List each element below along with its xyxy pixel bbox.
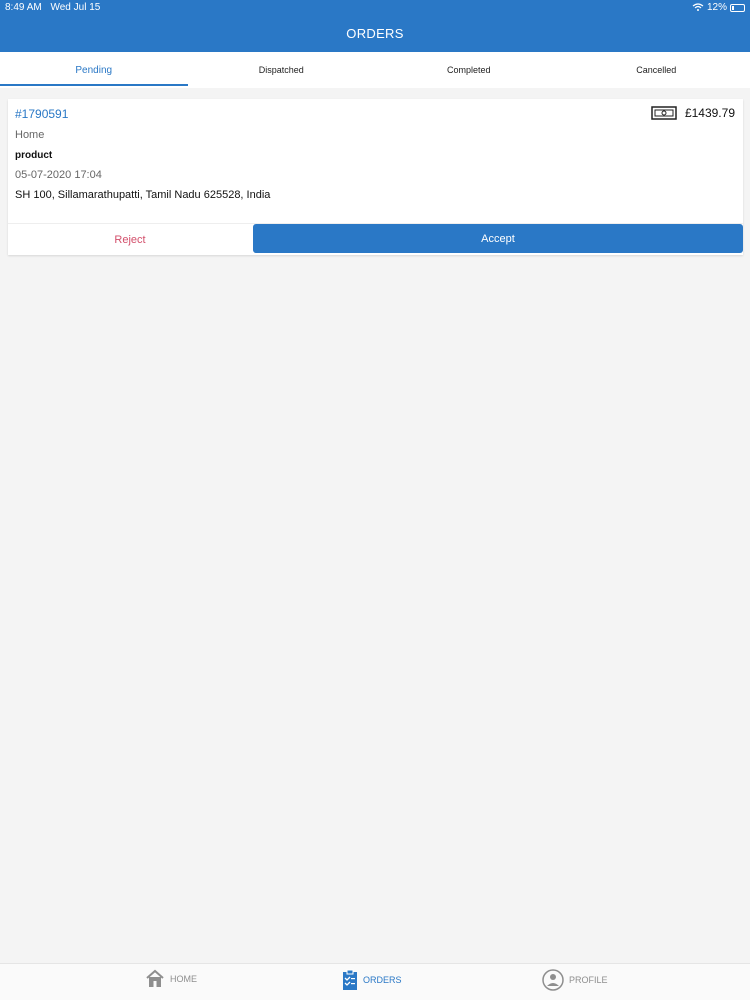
tab-cancelled[interactable]: Cancelled xyxy=(563,52,750,88)
nav-orders-label: ORDERS xyxy=(363,975,402,985)
home-icon xyxy=(146,969,164,987)
nav-orders[interactable]: ORDERS xyxy=(342,969,402,991)
delivery-type: Home xyxy=(15,129,45,141)
order-amount-group: £1439.79 xyxy=(651,106,735,120)
reject-button[interactable]: Reject xyxy=(8,224,252,255)
tab-dispatched[interactable]: Dispatched xyxy=(188,52,376,88)
nav-profile-label: PROFILE xyxy=(569,975,608,985)
status-date: Wed Jul 15 xyxy=(50,2,101,13)
order-number[interactable]: #1790591 xyxy=(15,107,68,121)
battery-percent: 12% xyxy=(706,2,727,13)
status-time: 8:49 AM xyxy=(5,2,42,13)
nav-home-label: HOME xyxy=(170,973,197,984)
nav-home[interactable]: HOME xyxy=(145,969,197,988)
bottom-navigation: HOME ORDERS PROFILE xyxy=(0,963,750,1000)
battery-icon xyxy=(730,3,745,12)
tab-pending[interactable]: Pending xyxy=(0,52,188,88)
orders-icon xyxy=(343,969,357,990)
product-name: product xyxy=(15,150,53,161)
header-bar: 8:49 AM Wed Jul 15 12% ORDERS xyxy=(0,0,750,52)
app-window: 8:49 AM Wed Jul 15 12% ORDERS Pending Di… xyxy=(0,0,750,1000)
order-datetime: 05-07-2020 17:04 xyxy=(15,169,102,181)
order-total: £1439.79 xyxy=(684,106,735,120)
nav-profile[interactable]: PROFILE xyxy=(542,969,608,991)
status-left: 8:49 AM Wed Jul 15 xyxy=(5,2,106,13)
wifi-icon xyxy=(692,3,704,11)
order-card: #1790591 £1439.79 Home product 05-07-202… xyxy=(8,99,743,255)
delivery-address: SH 100, Sillamarathupatti, Tamil Nadu 62… xyxy=(15,189,271,201)
tab-completed[interactable]: Completed xyxy=(375,52,563,88)
profile-icon xyxy=(542,969,564,991)
page-title: ORDERS xyxy=(346,26,404,41)
accept-button[interactable]: Accept xyxy=(253,224,743,253)
status-right: 12% xyxy=(692,2,745,13)
order-tabs: Pending Dispatched Completed Cancelled xyxy=(0,52,750,88)
cash-icon xyxy=(651,106,677,120)
